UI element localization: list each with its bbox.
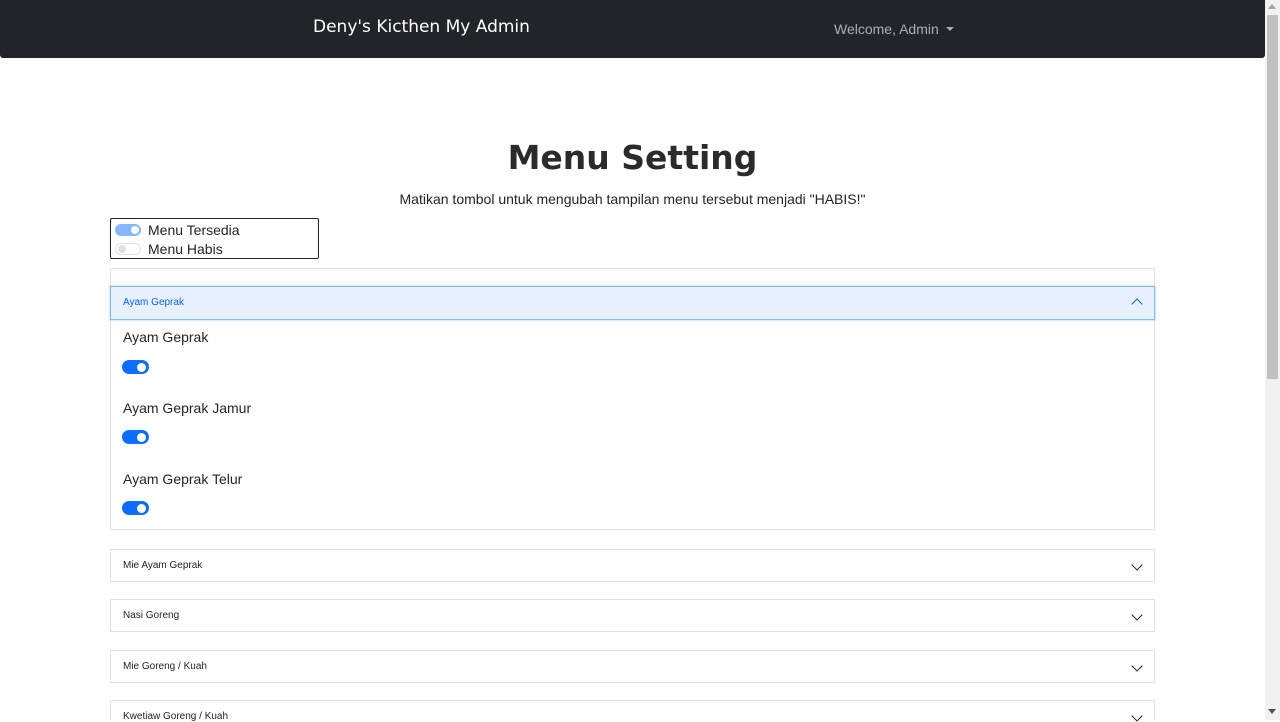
legend-soldout-label: Menu Habis: [148, 241, 223, 257]
chevron-down-icon: [1131, 660, 1143, 672]
accordion-header-label: Ayam Geprak: [123, 297, 184, 308]
chevron-up-icon: [1131, 298, 1143, 310]
legend-soldout-row: Menu Habis: [115, 240, 223, 258]
accordion-header-label: Nasi Goreng: [123, 610, 180, 621]
legend-switch-off-icon: [115, 243, 141, 255]
legend-available-label: Menu Tersedia: [148, 222, 240, 238]
chevron-down-icon: [1131, 559, 1143, 571]
brand-title[interactable]: Deny's Kicthen My Admin: [313, 17, 530, 37]
menu-item-label: Ayam Geprak Telur: [123, 471, 243, 487]
menu-item-label: Ayam Geprak Jamur: [123, 400, 252, 416]
caret-down-icon: [945, 27, 954, 31]
accordion-header-label: Kwetiaw Goreng / Kuah: [123, 711, 229, 722]
accordion-header-label: Mie Goreng / Kuah: [123, 661, 207, 672]
accordion-header-nasi-goreng[interactable]: Nasi Goreng: [110, 599, 1155, 632]
page-title: Menu Setting: [507, 138, 758, 177]
user-menu-dropdown[interactable]: Welcome, Admin: [834, 21, 954, 37]
top-navbar: Deny's Kicthen My Admin Welcome, Admin: [0, 0, 1265, 58]
accordion-header-mie-goreng-kuah[interactable]: Mie Goreng / Kuah: [110, 650, 1155, 683]
accordion-header-label: Mie Ayam Geprak: [123, 560, 203, 571]
scroll-down-arrow-icon[interactable]: [1268, 709, 1276, 714]
switch-legend: Menu Tersedia Menu Habis: [110, 218, 319, 259]
menu-item-availability-switch[interactable]: [122, 360, 149, 374]
menu-item-availability-switch[interactable]: [122, 501, 149, 515]
user-menu-label: Welcome, Admin: [834, 21, 939, 37]
chevron-down-icon: [1131, 609, 1143, 621]
accordion-header-ayam-geprak[interactable]: Ayam Geprak: [110, 286, 1155, 320]
menu-item-availability-switch[interactable]: [122, 430, 149, 444]
accordion-header-mie-ayam-geprak[interactable]: Mie Ayam Geprak: [110, 549, 1155, 582]
legend-available-row: Menu Tersedia: [115, 221, 240, 239]
scrollbar-thumb[interactable]: [1267, 15, 1278, 379]
legend-switch-on-icon: [115, 224, 141, 236]
menu-item-label: Ayam Geprak: [123, 329, 209, 345]
page-scrollbar[interactable]: [1265, 0, 1280, 720]
page-subtitle: Matikan tombol untuk mengubah tampilan m…: [399, 191, 866, 207]
accordion-header-kwetiaw-goreng-kuah[interactable]: Kwetiaw Goreng / Kuah: [110, 700, 1155, 722]
scroll-up-arrow-icon[interactable]: [1268, 4, 1276, 9]
